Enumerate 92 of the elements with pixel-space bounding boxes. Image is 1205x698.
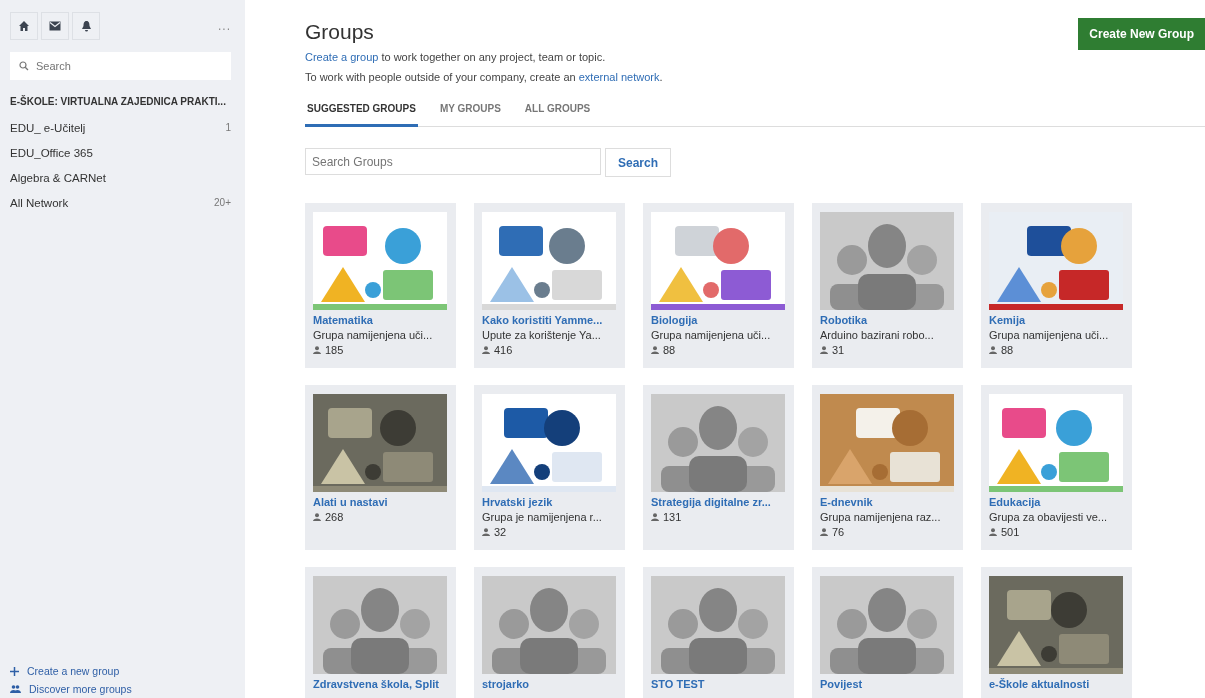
member-count: 31: [832, 344, 845, 356]
group-card[interactable]: STO TEST: [643, 567, 794, 698]
tab[interactable]: MY GROUPS: [437, 97, 503, 127]
group-card[interactable]: Kemija Grupa namijenjena uči... 88: [981, 203, 1132, 368]
member-count: 76: [832, 526, 845, 538]
group-card[interactable]: E-dnevnik Grupa namijenjena raz... 76: [812, 385, 963, 550]
group-name[interactable]: e-Škole aktualnosti: [989, 678, 1124, 690]
member-count: 88: [663, 344, 676, 356]
member-count: 185: [325, 344, 344, 356]
group-search-field[interactable]: Search Groups: [305, 148, 601, 175]
group-name[interactable]: Kemija: [989, 314, 1124, 326]
unread-count: 1: [225, 122, 231, 133]
network-item[interactable]: Algebra & CARNet: [10, 165, 231, 190]
page-title: Groups: [305, 20, 375, 44]
group-card[interactable]: e-Škole aktualnosti: [981, 567, 1132, 698]
member-icon: [820, 346, 828, 354]
group-description: Grupa je namijenjena r...: [482, 511, 603, 523]
group-name[interactable]: Povijest: [820, 678, 955, 690]
notifications-button[interactable]: [72, 12, 100, 40]
bell-icon: [80, 20, 92, 32]
envelope-icon: [49, 21, 61, 31]
network-label: Algebra & CARNet: [10, 171, 106, 184]
member-count: 88: [1001, 344, 1014, 356]
group-card[interactable]: Alati u nastavi 268: [305, 385, 456, 550]
create-group-button[interactable]: Create New Group: [1078, 18, 1205, 50]
group-description: Upute za korištenje Ya...: [482, 329, 602, 341]
people-icon: [10, 685, 21, 693]
intro-text: To work with people outside of your company, create an external network.: [305, 71, 663, 83]
member-icon: [313, 513, 321, 521]
member-count: 268: [325, 511, 344, 523]
network-label: EDU_ e-Učitelj: [10, 121, 86, 134]
member-count: 131: [663, 511, 682, 523]
group-description: Grupa namijenjena uči...: [989, 329, 1110, 341]
member-icon: [482, 528, 490, 536]
home-icon: [18, 20, 30, 32]
tab[interactable]: SUGGESTED GROUPS: [305, 97, 418, 127]
search-button[interactable]: Search: [605, 148, 671, 177]
network-name: E-ŠKOLE: VIRTUALNA ZAJEDNICA PRAKTI...: [10, 96, 227, 107]
group-description: Grupa namijenjena uči...: [313, 329, 434, 341]
group-card[interactable]: Biologija Grupa namijenjena uči... 88: [643, 203, 794, 368]
home-button[interactable]: [10, 12, 38, 40]
member-icon: [989, 528, 997, 536]
search-icon: [19, 61, 29, 71]
group-card[interactable]: Zdravstvena škola, Split: [305, 567, 456, 698]
member-icon: [651, 513, 659, 521]
group-card[interactable]: Povijest: [812, 567, 963, 698]
plus-icon: [10, 666, 19, 676]
network-label: EDU_Office 365: [10, 146, 93, 159]
group-name[interactable]: Biologija: [651, 314, 786, 326]
group-description: Grupa namijenjena raz...: [820, 511, 942, 523]
group-description: Grupa za obavijesti ve...: [989, 511, 1108, 523]
inbox-button[interactable]: [41, 12, 69, 40]
unread-count: 20+: [214, 197, 231, 208]
member-icon: [313, 346, 321, 354]
member-icon: [820, 528, 828, 536]
discover-groups-link[interactable]: Discover more groups: [10, 683, 231, 695]
create-group-link[interactable]: Create a new group: [10, 665, 231, 677]
group-card[interactable]: Kako koristiti Yamme... Upute za korištenje Ya... 416: [474, 203, 625, 368]
group-name[interactable]: strojarko: [482, 678, 617, 690]
tab[interactable]: ALL GROUPS: [522, 97, 593, 127]
group-name[interactable]: Robotika: [820, 314, 955, 326]
group-name[interactable]: STO TEST: [651, 678, 786, 690]
search-field[interactable]: Search: [10, 52, 231, 80]
group-name[interactable]: Edukacija: [989, 496, 1124, 508]
member-icon: [482, 346, 490, 354]
member-icon: [651, 346, 659, 354]
group-name[interactable]: Alati u nastavi: [313, 496, 448, 508]
group-card[interactable]: strojarko: [474, 567, 625, 698]
group-name[interactable]: Matematika: [313, 314, 448, 326]
group-card[interactable]: Matematika Grupa namijenjena uči... 185: [305, 203, 456, 368]
network-item[interactable]: EDU_Office 365: [10, 140, 231, 165]
network-item[interactable]: EDU_ e-Učitelj 1: [10, 115, 231, 140]
group-name[interactable]: E-dnevnik: [820, 496, 955, 508]
intro-text: Create a group to work together on any project, team or topic.: [305, 51, 607, 63]
member-count: 32: [494, 526, 507, 538]
group-description: Grupa namijenjena uči...: [651, 329, 772, 341]
group-name[interactable]: Kako koristiti Yamme...: [482, 314, 617, 326]
member-count: 501: [1001, 526, 1020, 538]
group-name[interactable]: Strategija digitalne zr...: [651, 496, 786, 508]
group-name[interactable]: Zdravstvena škola, Split: [313, 678, 448, 690]
group-card[interactable]: Strategija digitalne zr... 131: [643, 385, 794, 550]
member-count: 416: [494, 344, 513, 356]
group-card[interactable]: Edukacija Grupa za obavijesti ve... 501: [981, 385, 1132, 550]
network-item[interactable]: All Network 20+: [10, 190, 231, 215]
network-label: All Network: [10, 196, 69, 209]
create-group-link[interactable]: Create a group: [305, 51, 379, 63]
more-button[interactable]: ...: [218, 19, 231, 33]
group-name[interactable]: Hrvatski jezik: [482, 496, 617, 508]
group-card[interactable]: Hrvatski jezik Grupa je namijenjena r... 32: [474, 385, 625, 550]
group-description: Arduino bazirani robo...: [820, 329, 935, 341]
member-icon: [989, 346, 997, 354]
group-card[interactable]: Robotika Arduino bazirani robo... 31: [812, 203, 963, 368]
